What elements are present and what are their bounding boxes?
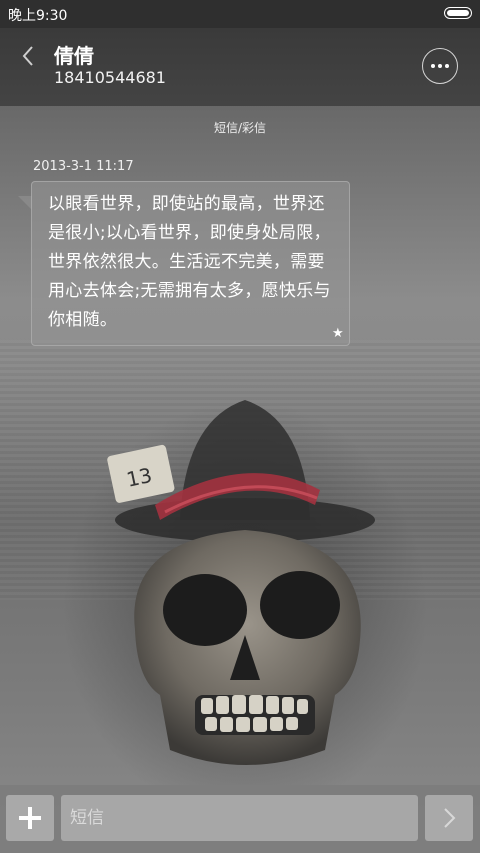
skull-wallpaper-image: 13 xyxy=(107,400,375,765)
chevron-right-icon xyxy=(444,808,456,828)
battery-full-icon xyxy=(444,7,472,19)
more-dots-icon-dot xyxy=(445,64,449,68)
star-icon: ★ xyxy=(332,326,344,341)
message-timestamp: 2013-3-1 11:17 xyxy=(33,159,134,174)
more-dots-icon xyxy=(431,64,435,68)
contact-name: 倩倩 xyxy=(54,44,94,68)
bubble-tail xyxy=(18,196,32,210)
conversation-header: 倩倩 18410544681 xyxy=(0,28,480,106)
message-type-label: 短信/彩信 xyxy=(213,121,267,135)
sms-input[interactable] xyxy=(61,795,418,841)
contact-number: 18410544681 xyxy=(54,68,166,87)
message-text: 以眼看世界，即使站的最高，世界还是很小;以心看世界，即使身处局限，世界依然很大。… xyxy=(48,194,331,330)
more-button[interactable] xyxy=(422,48,458,84)
send-button[interactable] xyxy=(425,795,473,841)
plus-icon-vertical xyxy=(28,807,32,829)
more-dots-icon-dot xyxy=(438,64,442,68)
chevron-left-icon[interactable] xyxy=(18,42,40,70)
status-time: 晚上9:30 xyxy=(8,8,68,24)
compose-bar xyxy=(0,785,480,853)
add-attachment-button[interactable] xyxy=(6,795,54,841)
status-bar: 晚上9:30 xyxy=(0,0,480,28)
